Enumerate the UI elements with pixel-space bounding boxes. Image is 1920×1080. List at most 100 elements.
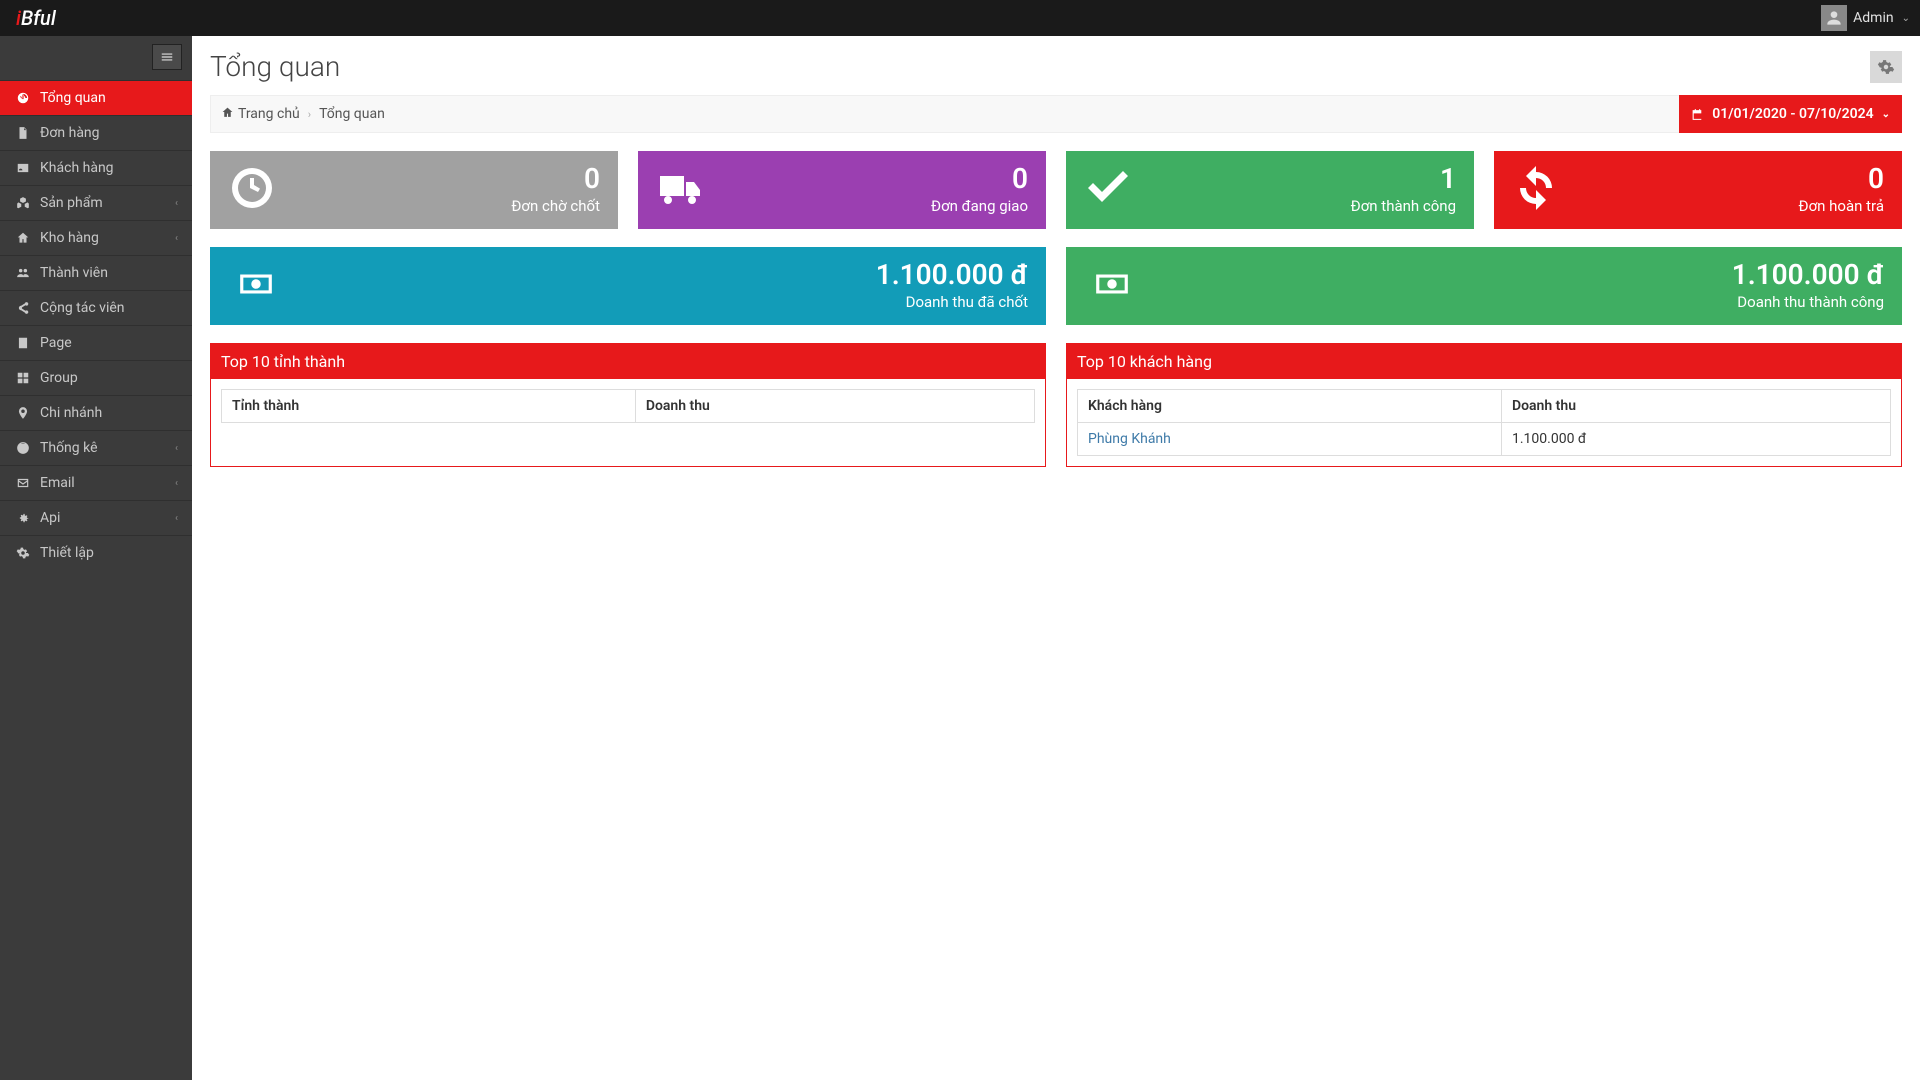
truck-icon: [656, 164, 704, 216]
share-icon: [14, 301, 32, 315]
main-content: Tổng quan Trang chủ › Tổng quan 01/01/20…: [192, 36, 1920, 1080]
sidebar-item-thành-viên[interactable]: Thành viên: [0, 255, 192, 290]
home-icon: [14, 231, 32, 245]
chevron-down-icon: ⌄: [1902, 13, 1910, 24]
settings-button[interactable]: [1870, 51, 1902, 83]
gear-icon: [14, 546, 32, 560]
revenue-widget[interactable]: 1.100.000 đ Doanh thu thành công: [1066, 247, 1902, 325]
chevron-down-icon: ⌄: [1882, 109, 1890, 120]
doc-icon: [14, 336, 32, 350]
sidebar-item-label: Đơn hàng: [40, 125, 100, 141]
breadcrumb-home[interactable]: Trang chủ: [221, 106, 300, 122]
sidebar-item-api[interactable]: Api ‹: [0, 500, 192, 535]
sidebar-item-label: Email: [40, 475, 75, 491]
sidebar-item-label: Cộng tác viên: [40, 300, 125, 316]
revenue-value: 1.100.000 đ: [876, 261, 1028, 289]
breadcrumb-row: Trang chủ › Tổng quan 01/01/2020 - 07/10…: [210, 95, 1902, 133]
stat-widget[interactable]: 1 Đơn thành công: [1066, 151, 1474, 229]
stat-label: Đơn chờ chốt: [511, 197, 600, 215]
col-revenue: Doanh thu: [1502, 390, 1891, 423]
stat-value: 1: [1351, 165, 1456, 193]
dashboard-icon: [14, 91, 32, 105]
col-province: Tỉnh thành: [222, 390, 636, 423]
grid-icon: [14, 371, 32, 385]
customer-revenue-cell: 1.100.000 đ: [1502, 423, 1891, 456]
sidebar-item-cộng-tác-viên[interactable]: Cộng tác viên: [0, 290, 192, 325]
cubes-icon: [14, 196, 32, 210]
user-name-label: Admin: [1853, 10, 1893, 26]
revenue-widget[interactable]: 1.100.000 đ Doanh thu đã chốt: [210, 247, 1046, 325]
gear-icon: [1877, 58, 1895, 76]
file-icon: [14, 126, 32, 140]
stat-widget[interactable]: 0 Đơn đang giao: [638, 151, 1046, 229]
clock-icon: [228, 164, 276, 216]
sidebar-item-label: Api: [40, 510, 60, 526]
mail-icon: [14, 476, 32, 490]
revenue-label: Doanh thu thành công: [1732, 293, 1884, 311]
customer-link[interactable]: Phùng Khánh: [1088, 431, 1171, 447]
sidebar-item-page[interactable]: Page: [0, 325, 192, 360]
sidebar: Tổng quanĐơn hàngKhách hàngSản phẩm‹Kho …: [0, 36, 192, 1080]
table-row: Phùng Khánh 1.100.000 đ: [1078, 423, 1891, 456]
breadcrumb-current: Tổng quan: [319, 106, 385, 122]
cog-icon: [14, 511, 32, 525]
money-icon: [1084, 265, 1140, 307]
revenue-label: Doanh thu đã chốt: [876, 293, 1028, 311]
stat-label: Đơn hoàn trả: [1799, 197, 1884, 215]
chevron-left-icon: ‹: [175, 233, 178, 244]
pin-icon: [14, 406, 32, 420]
breadcrumb-separator: ›: [308, 108, 311, 121]
stat-label: Đơn thành công: [1351, 197, 1456, 215]
sidebar-item-group[interactable]: Group: [0, 360, 192, 395]
panels-row: Top 10 tỉnh thành Tỉnh thành Doanh thu T…: [210, 343, 1902, 467]
sidebar-item-thống-kê[interactable]: Thống kê ‹: [0, 430, 192, 465]
page-title: Tổng quan: [210, 50, 340, 83]
sidebar-item-tổng-quan[interactable]: Tổng quan: [0, 80, 192, 115]
revenue-value: 1.100.000 đ: [1732, 261, 1884, 289]
user-menu[interactable]: Admin ⌄: [1821, 5, 1910, 31]
col-revenue: Doanh thu: [635, 390, 1034, 423]
stat-value: 0: [511, 165, 600, 193]
customer-name-cell: Phùng Khánh: [1078, 423, 1502, 456]
logo[interactable]: iBful: [10, 6, 56, 30]
panel-customers: Top 10 khách hàng Khách hàng Doanh thu P…: [1066, 343, 1902, 467]
sidebar-item-khách-hàng[interactable]: Khách hàng: [0, 150, 192, 185]
sidebar-item-chi-nhánh[interactable]: Chi nhánh: [0, 395, 192, 430]
col-customer: Khách hàng: [1078, 390, 1502, 423]
chevron-left-icon: ‹: [175, 513, 178, 524]
avatar: [1821, 5, 1847, 31]
stat-widgets-row: 0 Đơn chờ chốt 0 Đơn đang giao 1 Đơn thành cô…: [210, 151, 1902, 229]
sidebar-item-label: Tổng quan: [40, 90, 106, 106]
breadcrumb: Trang chủ › Tổng quan: [221, 106, 385, 122]
chevron-left-icon: ‹: [175, 443, 178, 454]
sidebar-item-sản-phẩm[interactable]: Sản phẩm‹: [0, 185, 192, 220]
home-icon: [221, 106, 238, 122]
sidebar-item-email[interactable]: Email ‹: [0, 465, 192, 500]
sidebar-item-label: Thiết lập: [40, 545, 94, 561]
sidebar-item-label: Thống kê: [40, 440, 98, 456]
sidebar-item-label: Chi nhánh: [40, 405, 102, 421]
sidebar-item-label: Kho hàng: [40, 230, 99, 246]
stat-value: 0: [1799, 165, 1884, 193]
refresh-icon: [1512, 164, 1560, 216]
sidebar-item-label: Group: [40, 370, 78, 386]
globe-icon: [14, 441, 32, 455]
sidebar-item-thiết-lập[interactable]: Thiết lập: [0, 535, 192, 570]
sidebar-item-label: Page: [40, 335, 72, 351]
sidebar-item-kho-hàng[interactable]: Kho hàng ‹: [0, 220, 192, 255]
stat-widget[interactable]: 0 Đơn hoàn trả: [1494, 151, 1902, 229]
sidebar-item-label: Khách hàng: [40, 160, 114, 176]
money-icon: [228, 265, 284, 307]
panel-title: Top 10 tỉnh thành: [211, 344, 1045, 379]
stat-value: 0: [931, 165, 1028, 193]
sidebar-item-label: Thành viên: [40, 265, 108, 281]
panel-provinces: Top 10 tỉnh thành Tỉnh thành Doanh thu: [210, 343, 1046, 467]
sidebar-item-đơn-hàng[interactable]: Đơn hàng: [0, 115, 192, 150]
provinces-table: Tỉnh thành Doanh thu: [221, 389, 1035, 423]
date-range-picker[interactable]: 01/01/2020 - 07/10/2024 ⌄: [1679, 95, 1902, 133]
stat-widget[interactable]: 0 Đơn chờ chốt: [210, 151, 618, 229]
stat-label: Đơn đang giao: [931, 197, 1028, 215]
sidebar-toggle-button[interactable]: [152, 44, 182, 70]
chevron-left-icon: ‹: [175, 478, 178, 489]
topbar: iBful Admin ⌄: [0, 0, 1920, 36]
